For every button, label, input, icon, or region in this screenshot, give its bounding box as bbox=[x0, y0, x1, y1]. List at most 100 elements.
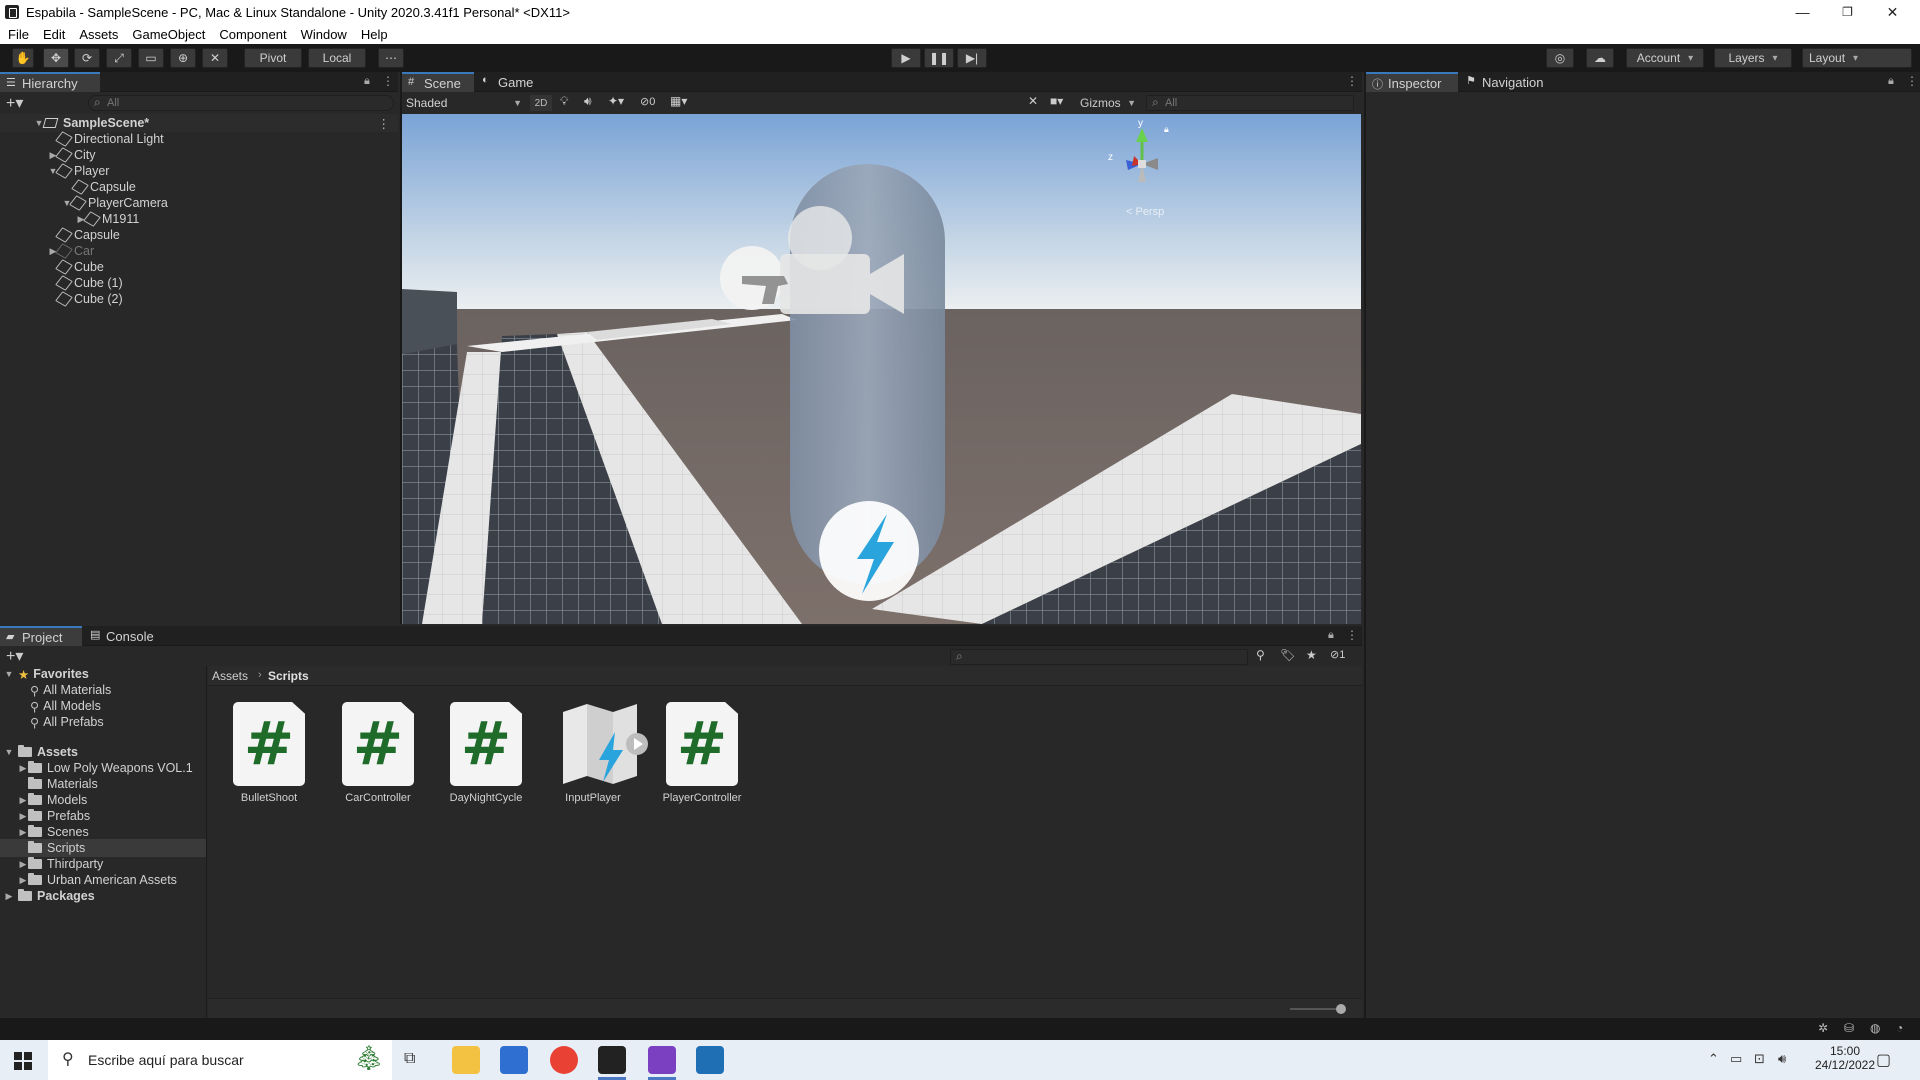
grid-toggle-icon[interactable]: ▦▾ bbox=[670, 94, 687, 108]
tree-row-m1911[interactable]: ▶ M1911 bbox=[76, 211, 139, 227]
tree-assets[interactable]: ▼ Assets bbox=[4, 744, 78, 760]
tree-row-playercamera[interactable]: ▼ PlayerCamera bbox=[62, 195, 168, 211]
layout-dropdown[interactable]: Layout bbox=[1802, 48, 1912, 68]
projection-label[interactable]: < Persp bbox=[1126, 206, 1164, 218]
show-hidden-icons-icon[interactable]: ⌃ bbox=[1708, 1051, 1719, 1067]
folder-prefabs[interactable]: ▶ Prefabs bbox=[18, 808, 90, 824]
rect-tool-icon[interactable]: ▭ bbox=[138, 48, 164, 68]
close-button[interactable]: ✕ bbox=[1870, 0, 1915, 24]
task-view-icon[interactable]: ⧉ bbox=[404, 1050, 415, 1068]
battery-icon[interactable]: ▭ bbox=[1730, 1051, 1742, 1067]
tree-row-cube-2[interactable]: Cube (2) bbox=[55, 291, 123, 307]
menu-component[interactable]: Component bbox=[219, 27, 286, 42]
cache-server-icon[interactable]: ⛁ bbox=[1844, 1021, 1854, 1035]
menu-edit[interactable]: Edit bbox=[43, 27, 65, 42]
move-tool-icon[interactable]: ✥ bbox=[43, 48, 69, 68]
scene-more-menu-icon[interactable]: ⋮ bbox=[1346, 74, 1358, 88]
project-search-input[interactable] bbox=[950, 649, 1248, 665]
favorite-all-materials[interactable]: ⚲ All Materials bbox=[30, 682, 111, 698]
hidden-objects-toggle[interactable]: ⊘0 bbox=[640, 95, 655, 108]
store-icon[interactable] bbox=[500, 1046, 528, 1074]
tools-icon[interactable]: ✕ bbox=[1028, 94, 1038, 108]
custom-tool-icon[interactable]: ✕ bbox=[202, 48, 228, 68]
inspector-lock-icon[interactable]: 🔒︎ bbox=[1888, 75, 1894, 88]
scene-viewport[interactable]: y z 🔒︎ < Persp bbox=[402, 114, 1361, 624]
menu-file[interactable]: File bbox=[8, 27, 29, 42]
tree-row-capsule[interactable]: Capsule bbox=[55, 227, 120, 243]
project-lock-icon[interactable]: 🔒︎ bbox=[1328, 629, 1334, 642]
file-explorer-icon[interactable] bbox=[452, 1046, 480, 1074]
play-button[interactable]: ▶ bbox=[891, 48, 921, 68]
orientation-gizmo[interactable]: y z bbox=[1102, 118, 1182, 202]
tab-game[interactable]: ◐ Game bbox=[476, 72, 542, 92]
network-icon[interactable]: ⊡ bbox=[1754, 1051, 1765, 1067]
local-toggle[interactable]: Local bbox=[308, 48, 366, 68]
gizmo-lock-icon[interactable]: 🔒︎ bbox=[1164, 124, 1169, 135]
notifications-icon[interactable]: ▢ bbox=[1876, 1050, 1891, 1070]
pause-button[interactable]: ❚❚ bbox=[924, 48, 954, 68]
favorite-all-models[interactable]: ⚲ All Models bbox=[30, 698, 101, 714]
hierarchy-search-input[interactable]: All bbox=[88, 95, 394, 111]
collab-icon[interactable]: ◎ bbox=[1546, 48, 1574, 68]
zoom-slider-track[interactable] bbox=[1290, 1008, 1340, 1010]
account-dropdown[interactable]: Account bbox=[1626, 48, 1704, 68]
2d-toggle[interactable]: 2D bbox=[530, 95, 552, 111]
menu-help[interactable]: Help bbox=[361, 27, 388, 42]
lighting-toggle-icon[interactable]: 💡︎ bbox=[560, 94, 568, 109]
layers-dropdown[interactable]: Layers bbox=[1714, 48, 1792, 68]
unity-taskbar-icon[interactable] bbox=[598, 1046, 626, 1074]
tab-console[interactable]: ▤ Console bbox=[84, 626, 164, 646]
rotate-tool-icon[interactable]: ⟳ bbox=[74, 48, 100, 68]
asset-daynightcycle[interactable]: # DayNightCycle bbox=[440, 702, 532, 804]
tree-row-directional-light[interactable]: Directional Light bbox=[55, 131, 164, 147]
folder-low-poly-weapons[interactable]: ▶ Low Poly Weapons VOL.1 bbox=[18, 760, 193, 776]
pivot-toggle[interactable]: Pivot bbox=[244, 48, 302, 68]
gizmos-dropdown[interactable]: Gizmos ▼ bbox=[1080, 95, 1138, 111]
restore-button[interactable]: ❐ bbox=[1825, 0, 1870, 24]
calculator-icon[interactable] bbox=[696, 1046, 724, 1074]
tree-row-scene[interactable]: ▼ SampleScene* ⋮ bbox=[34, 115, 398, 131]
hidden-packages-toggle[interactable]: ⊘1 bbox=[1330, 648, 1345, 661]
visual-studio-icon[interactable] bbox=[648, 1046, 676, 1074]
lock-icon[interactable]: 🔒︎ bbox=[364, 75, 370, 88]
shading-dropdown[interactable]: Shaded ▼ bbox=[406, 95, 524, 111]
favorite-all-prefabs[interactable]: ⚲ All Prefabs bbox=[30, 714, 104, 730]
hand-tool-icon[interactable]: ✋ bbox=[12, 48, 34, 68]
search-by-type-icon[interactable]: ⚲ bbox=[1256, 648, 1265, 662]
more-menu-icon[interactable]: ⋮ bbox=[382, 74, 394, 88]
tree-row-car[interactable]: ▶ Car bbox=[48, 243, 94, 259]
tab-scene[interactable]: # Scene bbox=[402, 72, 474, 92]
cloud-icon[interactable]: ☁ bbox=[1586, 48, 1614, 68]
tree-row-cube[interactable]: Cube bbox=[55, 259, 104, 275]
tree-row-cube-1[interactable]: Cube (1) bbox=[55, 275, 123, 291]
folder-urban-american-assets[interactable]: ▶ Urban American Assets bbox=[18, 872, 177, 888]
auto-generate-lighting-icon[interactable]: ◍ bbox=[1870, 1021, 1880, 1035]
transform-tool-icon[interactable]: ⊕ bbox=[170, 48, 196, 68]
camera-settings-icon[interactable]: ■▾ bbox=[1050, 94, 1063, 108]
favorite-star-icon[interactable]: ★ bbox=[1306, 648, 1317, 662]
tab-hierarchy[interactable]: ☰ Hierarchy bbox=[0, 72, 100, 92]
folder-models[interactable]: ▶ Models bbox=[18, 792, 87, 808]
volume-icon[interactable]: 🔊︎ bbox=[1778, 1051, 1786, 1067]
tab-navigation[interactable]: ⚑ Navigation bbox=[1460, 72, 1560, 92]
asset-bulletshoot[interactable]: # BulletShoot bbox=[223, 702, 315, 804]
breadcrumb-assets[interactable]: Assets bbox=[212, 669, 248, 683]
menu-gameobject[interactable]: GameObject bbox=[132, 27, 205, 42]
create-asset-icon[interactable]: +▾ bbox=[6, 646, 23, 666]
inspector-more-icon[interactable]: ⋮ bbox=[1906, 74, 1918, 88]
scale-tool-icon[interactable]: ⤢ bbox=[106, 48, 132, 68]
menu-assets[interactable]: Assets bbox=[79, 27, 118, 42]
scene-search-input[interactable]: All bbox=[1146, 95, 1354, 111]
folder-scenes[interactable]: ▶ Scenes bbox=[18, 824, 89, 840]
tree-row-city[interactable]: ▶ City bbox=[48, 147, 96, 163]
audio-toggle-icon[interactable]: 🔊︎ bbox=[584, 94, 592, 109]
search-by-label-icon[interactable]: 🏷︎ bbox=[1280, 648, 1295, 662]
menu-window[interactable]: Window bbox=[301, 27, 347, 42]
folder-thirdparty[interactable]: ▶ Thirdparty bbox=[18, 856, 103, 872]
tree-row-player[interactable]: ▼ Player bbox=[48, 163, 109, 179]
asset-playercontroller[interactable]: # PlayerController bbox=[656, 702, 748, 804]
tab-project[interactable]: ▰ Project bbox=[0, 626, 82, 646]
chrome-icon[interactable] bbox=[550, 1046, 578, 1074]
step-button[interactable]: ▶| bbox=[957, 48, 987, 68]
grid-snap-icon[interactable]: ⋯ bbox=[378, 48, 404, 68]
